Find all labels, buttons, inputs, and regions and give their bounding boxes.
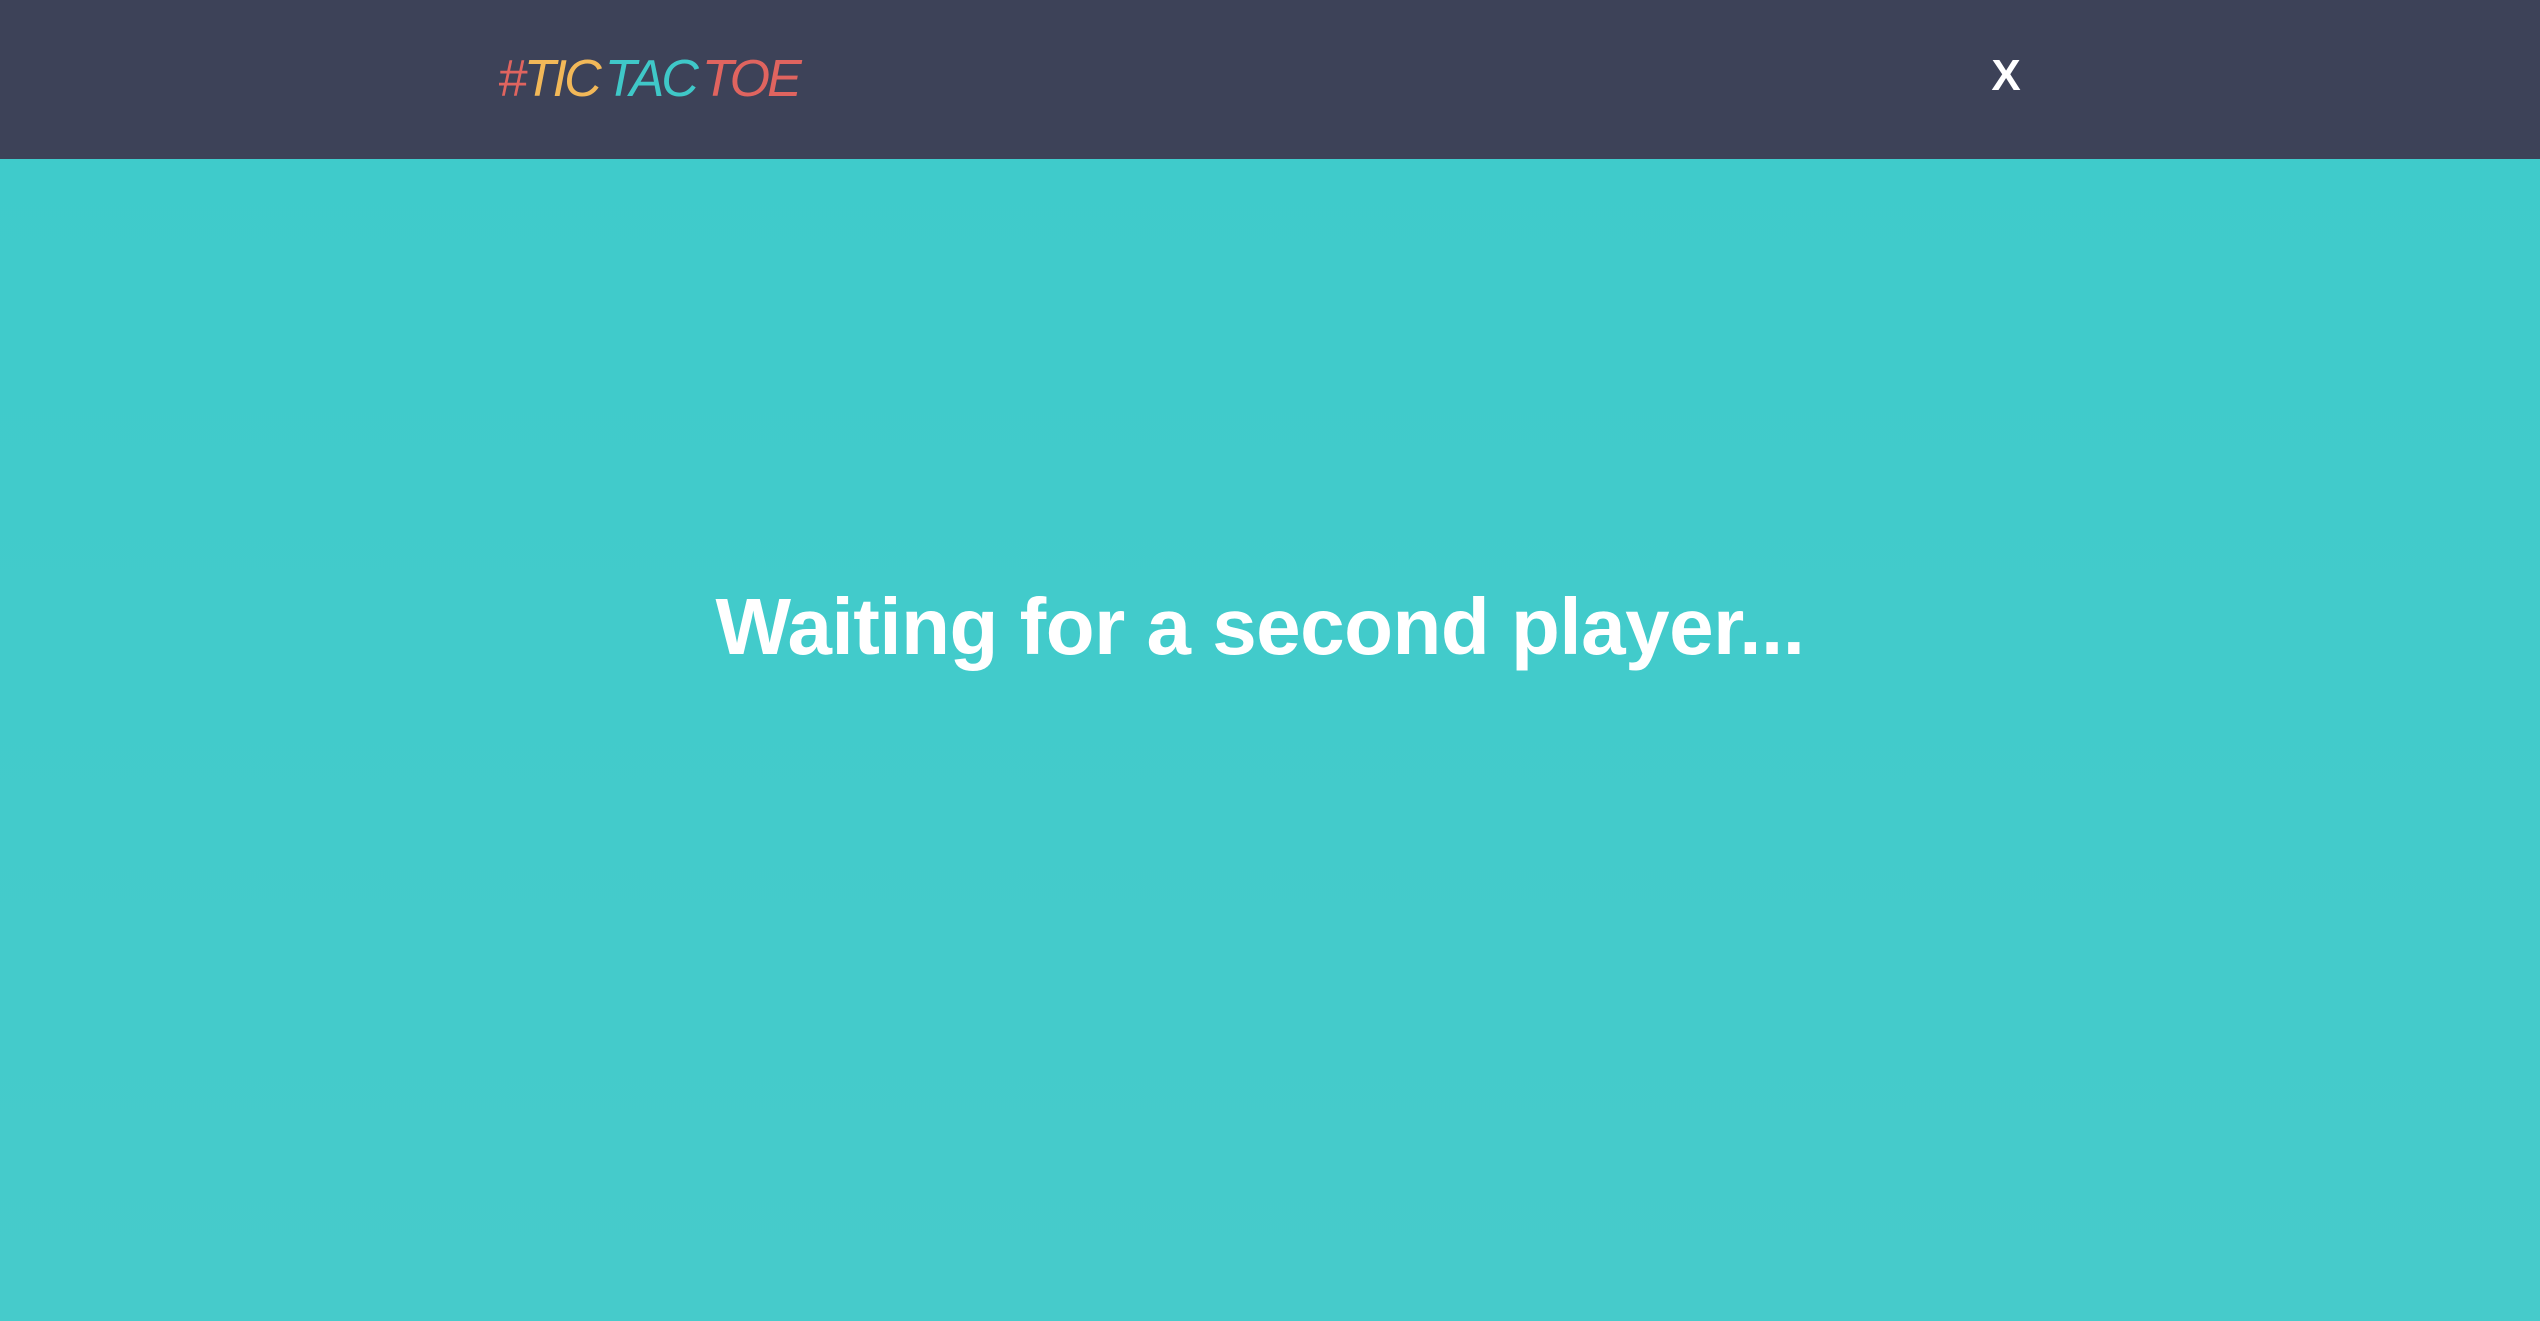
logo-tac: TAC (604, 50, 699, 108)
logo[interactable]: #TIC TAC TOE (498, 46, 802, 112)
logo-toe: TOE (701, 50, 802, 108)
logo-tic: TIC (523, 50, 602, 108)
close-button[interactable]: X (1984, 48, 2028, 104)
waiting-status-text: Waiting for a second player... (715, 582, 1805, 671)
top-bar: #TIC TAC TOE X (0, 0, 2540, 159)
logo-hash: # (498, 50, 527, 108)
game-area: Waiting for a second player... (0, 159, 2540, 1321)
